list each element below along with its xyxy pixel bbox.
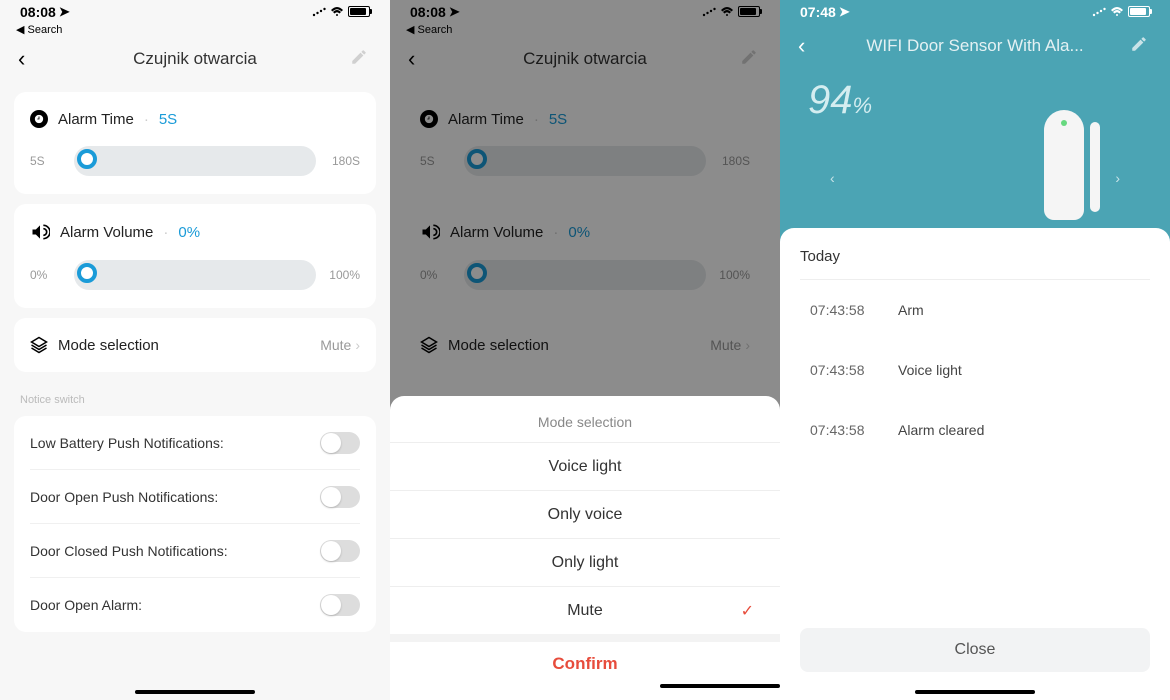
page-title: Czujnik otwarcia	[0, 49, 390, 69]
mode-action-sheet: Mode selection Voice light Only voice On…	[390, 396, 780, 700]
wifi-icon	[1110, 4, 1124, 20]
box-icon	[30, 336, 48, 354]
status-bar: 07:48 ➤	[780, 0, 1170, 23]
log-heading: Today	[800, 248, 1150, 279]
home-indicator[interactable]	[915, 690, 1035, 694]
action-sheet-title: Mode selection	[390, 406, 780, 442]
option-voice-light[interactable]: Voice light	[390, 442, 780, 490]
alarm-time-label: Alarm Time	[58, 111, 134, 128]
screen-settings: 08:08 ➤ ◀ Search ‹ Czujnik otwarcia Alar…	[0, 0, 390, 700]
status-time: 07:48	[800, 4, 836, 20]
alarm-time-value: 5S	[159, 111, 177, 128]
notice-row-door-closed: Door Closed Push Notifications:	[30, 524, 360, 578]
signal-icon	[312, 4, 326, 20]
option-only-light[interactable]: Only light	[390, 538, 780, 586]
header: ‹ WIFI Door Sensor With Ala...	[780, 23, 1170, 69]
log-item: 07:43:58 Arm	[800, 280, 1150, 340]
option-only-voice[interactable]: Only voice	[390, 490, 780, 538]
clock-icon	[30, 110, 48, 128]
check-icon: ✓	[741, 601, 754, 621]
home-indicator[interactable]	[660, 684, 780, 688]
notice-row-door-open: Door Open Push Notifications:	[30, 470, 360, 524]
notice-row-door-alarm: Door Open Alarm:	[30, 578, 360, 632]
page-title: WIFI Door Sensor With Ala...	[780, 36, 1170, 56]
edit-icon[interactable]	[1130, 35, 1152, 58]
chevron-right-icon: ›	[355, 337, 360, 353]
mode-selection-value: Mute	[320, 337, 351, 353]
alarm-time-card: Alarm Time · 5S 5S 180S	[14, 92, 376, 194]
toggle-door-alarm[interactable]	[320, 594, 360, 616]
alarm-volume-max: 100%	[326, 268, 360, 282]
confirm-button[interactable]: Confirm	[390, 634, 780, 686]
device-illustration	[1044, 110, 1100, 220]
screen-mode-selection: 08:08 ➤ ◀ Search ‹ Czujnik otwarcia Alar…	[390, 0, 780, 700]
toggle-door-open[interactable]	[320, 486, 360, 508]
alarm-volume-slider[interactable]	[74, 260, 316, 290]
log-sheet: Today 07:43:58 Arm 07:43:58 Voice light …	[780, 228, 1170, 700]
toggle-door-closed[interactable]	[320, 540, 360, 562]
location-icon: ➤	[839, 4, 850, 20]
home-indicator[interactable]	[135, 690, 255, 694]
mode-selection-card[interactable]: Mode selection Mute ›	[14, 318, 376, 372]
alarm-time-max: 180S	[326, 154, 360, 168]
breadcrumb-back[interactable]: ◀ Search	[0, 23, 390, 36]
alarm-time-slider[interactable]	[74, 146, 316, 176]
close-button[interactable]: Close	[800, 628, 1150, 672]
location-icon: ➤	[59, 4, 70, 20]
battery-percentage: 94%	[808, 78, 872, 123]
option-mute[interactable]: Mute ✓	[390, 586, 780, 634]
alarm-volume-card: Alarm Volume · 0% 0% 100%	[14, 204, 376, 308]
next-device-arrow[interactable]: ›	[1115, 170, 1120, 186]
status-bar: 08:08 ➤	[0, 0, 390, 23]
prev-device-arrow[interactable]: ‹	[830, 170, 835, 186]
slider-thumb[interactable]	[77, 263, 97, 283]
notice-list: Low Battery Push Notifications: Door Ope…	[14, 416, 376, 632]
battery-icon	[348, 6, 370, 17]
mode-selection-label: Mode selection	[58, 337, 159, 354]
alarm-volume-label: Alarm Volume	[60, 224, 153, 241]
wifi-icon	[330, 4, 344, 20]
log-item: 07:43:58 Alarm cleared	[800, 400, 1150, 460]
alarm-volume-value: 0%	[178, 224, 200, 241]
alarm-time-min: 5S	[30, 154, 64, 168]
toggle-low-battery[interactable]	[320, 432, 360, 454]
header: ‹ Czujnik otwarcia	[0, 36, 390, 82]
signal-icon	[1092, 4, 1106, 20]
log-item: 07:43:58 Voice light	[800, 340, 1150, 400]
alarm-volume-min: 0%	[30, 268, 64, 282]
speaker-icon	[30, 222, 50, 242]
slider-thumb[interactable]	[77, 149, 97, 169]
battery-icon	[1128, 6, 1150, 17]
notice-section-header: Notice switch	[0, 382, 390, 410]
status-time: 08:08	[20, 4, 56, 20]
screen-device-log: 07:48 ➤ ‹ WIFI Door Sensor With Ala... 9…	[780, 0, 1170, 700]
notice-row-low-battery: Low Battery Push Notifications:	[30, 416, 360, 470]
